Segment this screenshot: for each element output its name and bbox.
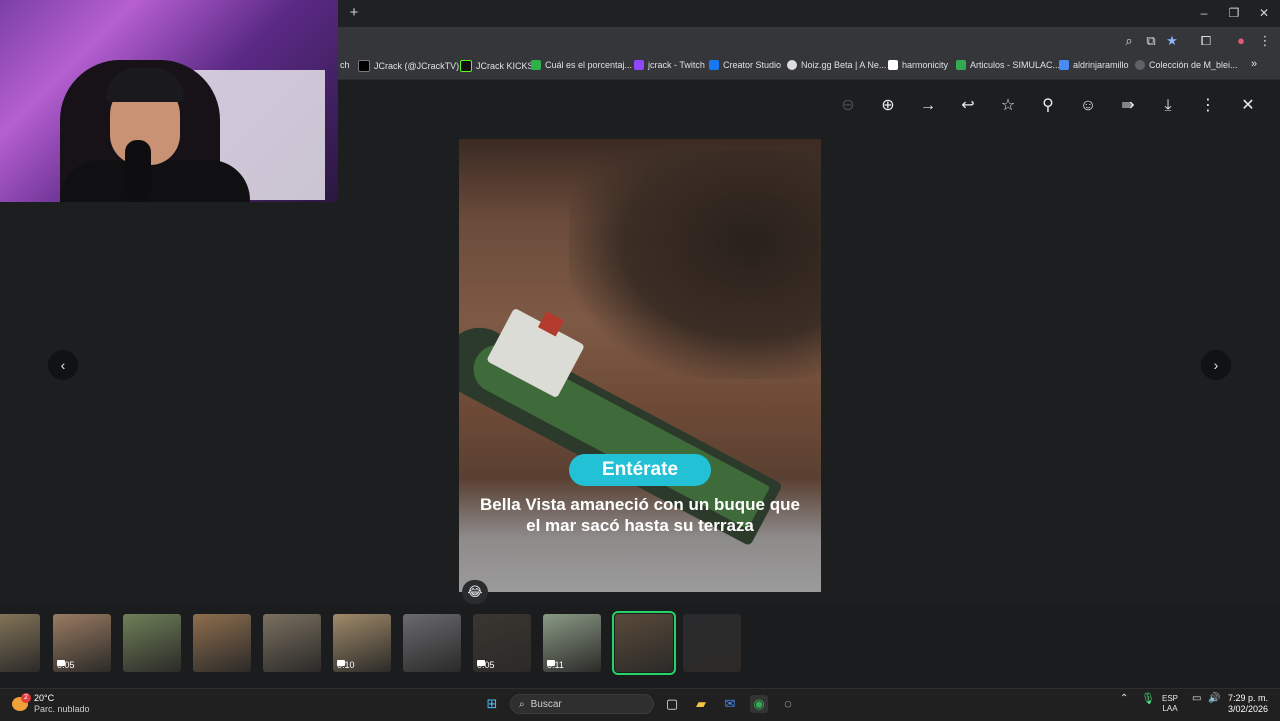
bookmark-item[interactable]: harmonicity — [888, 60, 948, 70]
previous-media-button[interactable]: ‹ — [48, 350, 78, 380]
media-thumbnail[interactable] — [0, 614, 40, 672]
media-thumbnail[interactable] — [123, 614, 181, 672]
reply-icon[interactable]: ↩ — [958, 96, 978, 116]
bookmark-item[interactable]: jcrack - Twitch — [634, 60, 705, 70]
zoom-icon[interactable]: ⌕ — [1121, 33, 1137, 49]
volume-icon[interactable]: 🔊 — [1208, 694, 1220, 704]
extensions-icon[interactable]: ⧠ — [1198, 33, 1214, 49]
pin-icon[interactable]: ⚲ — [1038, 96, 1058, 116]
tray-overflow-icon[interactable]: ⌃ — [1120, 694, 1128, 704]
app-icon[interactable]: ◌ — [779, 695, 797, 713]
site-icon — [531, 60, 541, 70]
close-window-button[interactable]: ✕ — [1257, 6, 1271, 20]
streamer-cap — [106, 68, 184, 102]
reaction-badge[interactable]: 😂 — [462, 580, 488, 604]
search-icon: ⌕ — [519, 698, 525, 710]
cast-icon[interactable]: ⧉ — [1143, 33, 1159, 49]
video-camera-icon — [337, 660, 345, 666]
weather-icon: 2 — [12, 693, 31, 711]
bookmark-item[interactable]: Cuál es el porcentaj... — [531, 60, 632, 70]
more-options-icon[interactable]: ⋮ — [1198, 96, 1218, 116]
bookmark-item[interactable]: JCrack (@JCrackTV)... — [358, 60, 467, 72]
brand-badge: Entérate — [569, 454, 711, 486]
twitch-icon — [634, 60, 644, 70]
noiz-icon — [787, 60, 797, 70]
harmonicity-icon — [888, 60, 898, 70]
zoom-in-icon[interactable]: ⊕ — [878, 96, 898, 116]
microphone-tray-icon[interactable]: 🎙 — [1141, 694, 1155, 705]
video-camera-icon — [477, 660, 485, 666]
download-icon[interactable]: ⤓ — [1158, 96, 1178, 116]
media-thumbnail[interactable]: 0:11 — [543, 614, 601, 672]
image-headline: Bella Vista amaneció con un buque que el… — [480, 495, 800, 535]
media-thumbnail[interactable] — [263, 614, 321, 672]
streamer-body — [60, 160, 250, 202]
chrome-icon[interactable]: ◉ — [750, 695, 768, 713]
clock-date: 3/02/2026 — [1227, 704, 1268, 714]
lang-code: ESP — [1162, 694, 1179, 703]
task-view-icon[interactable]: ▢ — [663, 695, 681, 713]
facebook-icon — [709, 60, 719, 70]
video-duration: 0:05 — [477, 660, 495, 670]
bookmark-item[interactable]: JCrack KICKS — [460, 60, 534, 72]
media-thumbnail[interactable]: 0:05 — [473, 614, 531, 672]
clock-time: 7:29 p. m. — [1227, 693, 1268, 703]
lang-layout: LAA — [1162, 704, 1178, 713]
bookmark-item[interactable]: ch — [340, 60, 350, 70]
media-thumbnail[interactable]: 0:10 — [333, 614, 391, 672]
bookmark-item[interactable]: Creator Studio — [709, 60, 781, 70]
video-duration: 0:11 — [547, 660, 564, 670]
star-icon[interactable]: ★ — [1164, 33, 1180, 49]
next-media-button[interactable]: › — [1201, 350, 1231, 380]
notification-badge: 2 — [21, 693, 31, 703]
network-icon[interactable]: ▭ — [1192, 694, 1201, 704]
media-thumbnail[interactable]: 0:05 — [53, 614, 111, 672]
bookmark-item[interactable]: Articulos - SIMULAC... — [956, 60, 1060, 70]
zoom-out-icon: ⊖ — [841, 97, 855, 114]
profile-icon[interactable]: ● — [1233, 33, 1249, 48]
media-thumbnail[interactable] — [612, 611, 676, 675]
media-thumbnail[interactable] — [403, 614, 461, 672]
x-icon — [358, 60, 370, 72]
video-duration: 0:05 — [57, 660, 75, 670]
start-icon[interactable]: ⊞ — [483, 695, 501, 713]
media-thumbnail[interactable] — [683, 614, 741, 672]
weather-widget[interactable]: 2 20°C Parc. nublado — [12, 693, 90, 715]
taskbar-clock[interactable]: 7:29 p. m. 3/02/2026 — [1222, 693, 1268, 715]
bookmark-item[interactable]: aldrinjaramillo — [1059, 60, 1129, 70]
weather-desc: Parc. nublado — [34, 704, 90, 714]
share-icon[interactable]: ⇛ — [1118, 96, 1138, 116]
drive-icon — [956, 60, 966, 70]
emoji-react-icon[interactable]: ☺ — [1078, 96, 1098, 116]
bookmark-item[interactable]: Colección de M_blei... — [1135, 60, 1238, 70]
site-icon — [1135, 60, 1145, 70]
kick-icon — [460, 60, 472, 72]
outlook-icon[interactable]: ✉ — [721, 695, 739, 713]
star-icon[interactable]: ☆ — [998, 96, 1018, 116]
minimize-button[interactable]: – — [1197, 6, 1211, 20]
weather-temp: 20°C — [34, 693, 55, 703]
media-thumbnail[interactable] — [193, 614, 251, 672]
media-image: Entérate Bella Vista amaneció con un buq… — [459, 139, 821, 592]
forward-arrow-icon[interactable]: → — [918, 96, 938, 116]
close-viewer-icon[interactable]: ✕ — [1238, 96, 1258, 116]
search-placeholder: Buscar — [530, 698, 562, 710]
language-indicator[interactable]: ESP LAA — [1162, 694, 1178, 714]
bookmarks-overflow-button[interactable]: » — [1251, 58, 1257, 70]
video-duration: 0:10 — [337, 660, 355, 670]
menu-icon[interactable]: ⋮ — [1257, 33, 1273, 49]
microphone — [125, 140, 151, 202]
site-icon — [1059, 60, 1069, 70]
bookmark-item[interactable]: Noiz.gg Beta | A Ne... — [787, 60, 886, 70]
new-tab-button[interactable]: + — [346, 5, 362, 21]
shoreline-graphic — [569, 149, 821, 379]
taskbar-search[interactable]: ⌕ Buscar — [510, 694, 654, 714]
maximize-button[interactable]: ❐ — [1227, 6, 1241, 20]
video-camera-icon — [57, 660, 65, 666]
webcam-overlay — [0, 0, 338, 202]
video-camera-icon — [547, 660, 555, 666]
file-explorer-icon[interactable]: ▰ — [692, 695, 710, 713]
